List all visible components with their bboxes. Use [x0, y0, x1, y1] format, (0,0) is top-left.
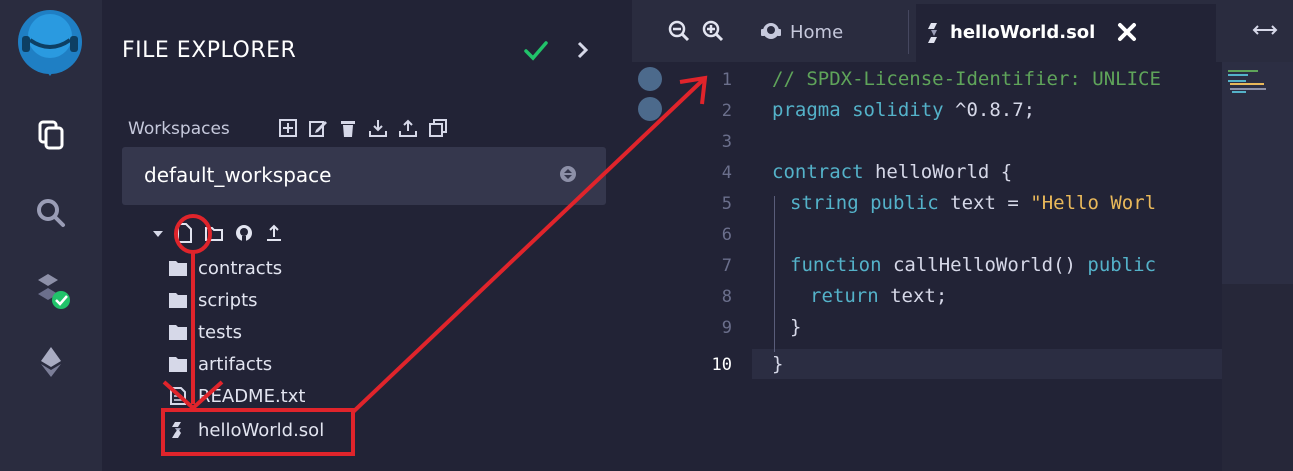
code-line-10: } [772, 353, 783, 375]
file-tree-toolbar [152, 222, 284, 244]
keyword-token: public [870, 192, 939, 214]
tree-item-label: README.txt [198, 385, 306, 407]
code-line-5: string public text = "Hello Worl [790, 192, 1156, 214]
tree-item-label: helloWorld.sol [198, 419, 325, 441]
icon-panel [0, 0, 102, 471]
panel-title: FILE EXPLORER [122, 38, 297, 63]
tree-item-label: artifacts [198, 353, 273, 375]
code-token: ^0.8.7; [943, 99, 1036, 121]
keyword-token: return [810, 285, 879, 307]
string-token: "Hello Worl [1030, 192, 1157, 214]
check-icon[interactable] [522, 36, 550, 64]
line-number-current: 10 [711, 355, 732, 375]
line-number: 8 [721, 287, 732, 307]
tab-divider [908, 10, 909, 54]
code-editor[interactable]: // SPDX-License-Identifier: UNLICE pragm… [772, 62, 1212, 471]
code-line-9: } [790, 316, 801, 338]
comment-token: // SPDX-License-Identifier: UNLICE [772, 68, 1161, 90]
editor-gutter: 1 2 3 4 5 6 7 8 9 10 [632, 62, 752, 471]
folder-icon [169, 325, 187, 340]
code-token: callHelloWorld() [881, 254, 1088, 276]
line-number: 1 [721, 70, 732, 90]
new-folder-icon[interactable] [204, 222, 224, 244]
create-workspace-icon[interactable] [278, 118, 298, 138]
workspaces-label: Workspaces [128, 119, 230, 139]
file-explorer-icon[interactable] [28, 112, 74, 158]
line-number: 5 [721, 194, 732, 214]
keyword-token: contract [772, 161, 864, 183]
tree-item-helloworld-sol[interactable]: helloWorld.sol [168, 416, 324, 444]
solidity-file-icon [928, 23, 937, 43]
download-workspace-icon[interactable] [368, 118, 388, 138]
tab-home[interactable]: Home [760, 10, 898, 54]
select-caret-icon [560, 166, 576, 182]
tree-item-label: contracts [198, 257, 283, 279]
tree-item-contracts[interactable]: contracts [168, 254, 282, 282]
new-file-icon[interactable] [174, 222, 194, 244]
expand-horizontal-icon[interactable] [1252, 20, 1278, 40]
folder-icon [169, 357, 187, 372]
solidity-file-icon [172, 422, 181, 438]
keyword-token: pragma solidity [772, 99, 944, 121]
line-number: 9 [721, 318, 732, 338]
zoom-out-icon[interactable] [668, 20, 690, 42]
chevron-right-icon[interactable] [572, 40, 592, 60]
folder-icon [169, 293, 187, 308]
code-token: } [772, 353, 784, 375]
code-line-1: // SPDX-License-Identifier: UNLICE [772, 68, 1161, 90]
rename-workspace-icon[interactable] [308, 118, 328, 138]
remix-logo-icon[interactable] [14, 6, 86, 78]
code-line-2: pragma solidity ^0.8.7; [772, 99, 1035, 121]
tab-label: helloWorld.sol [950, 22, 1096, 43]
code-token: text; [878, 285, 948, 307]
tree-item-label: tests [198, 321, 242, 343]
tree-item-tests[interactable]: tests [168, 318, 242, 346]
tree-item-scripts[interactable]: scripts [168, 286, 258, 314]
workspace-select[interactable]: default_workspace [122, 147, 606, 205]
upload-workspace-icon[interactable] [398, 118, 418, 138]
caret-down-icon[interactable] [152, 222, 164, 244]
minimap[interactable] [1222, 62, 1293, 471]
remix-home-icon [761, 23, 781, 39]
search-icon[interactable] [28, 190, 74, 236]
type-token: string [790, 192, 859, 214]
close-icon[interactable] [1116, 21, 1138, 43]
code-line-7: function callHelloWorld() public [790, 254, 1156, 276]
code-line-4: contract helloWorld { [772, 161, 1012, 183]
code-line-8: return text; [810, 285, 947, 307]
breakpoint-marker[interactable] [638, 97, 662, 121]
tab-label: Home [790, 22, 844, 43]
github-icon[interactable] [234, 222, 254, 244]
tab-bar: Home helloWorld.sol [632, 0, 1293, 62]
delete-workspace-icon[interactable] [338, 118, 358, 138]
line-number: 3 [721, 132, 732, 152]
indent-guide [774, 196, 775, 352]
editor-area: Home helloWorld.sol 1 2 3 4 5 6 7 8 9 10… [632, 0, 1293, 471]
keyword-token: function [790, 254, 882, 276]
deploy-run-icon[interactable] [28, 338, 74, 384]
tree-item-artifacts[interactable]: artifacts [168, 350, 272, 378]
workspace-toolbar [278, 118, 448, 138]
tree-item-label: scripts [198, 289, 258, 311]
code-token: } [790, 316, 802, 338]
minimap-preview [1228, 70, 1266, 93]
workspace-selected-value: default_workspace [144, 163, 332, 187]
clone-workspace-icon[interactable] [428, 118, 448, 138]
folder-icon [169, 261, 187, 276]
breakpoint-marker[interactable] [638, 67, 662, 91]
code-token: helloWorld { [863, 161, 1013, 183]
text-file-icon [170, 387, 186, 405]
keyword-token: public [1087, 254, 1157, 276]
file-explorer-panel: FILE EXPLORER Workspaces default_workspa… [102, 0, 632, 471]
tree-item-readme[interactable]: README.txt [168, 382, 305, 410]
code-token: text = [938, 192, 1031, 214]
line-number: 2 [721, 101, 732, 121]
line-number: 4 [721, 163, 732, 183]
zoom-in-icon[interactable] [702, 20, 724, 42]
tab-helloworld-sol[interactable]: helloWorld.sol [916, 4, 1216, 62]
line-number: 6 [721, 225, 732, 245]
line-number: 7 [721, 256, 732, 276]
solidity-compiler-icon[interactable] [28, 268, 74, 314]
upload-file-icon[interactable] [264, 222, 284, 244]
